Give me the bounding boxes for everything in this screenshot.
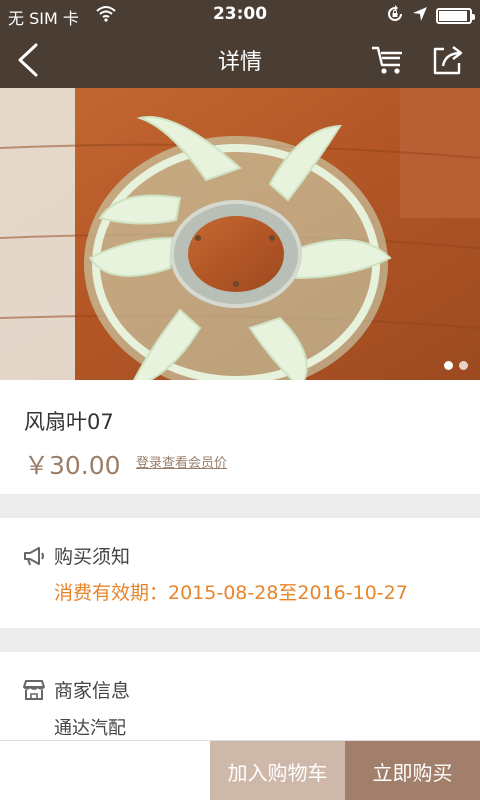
merchant-title: 商家信息: [54, 680, 131, 702]
status-right-icons: [386, 5, 475, 27]
bottom-action-bar: 加入购物车 立即购买: [0, 740, 480, 800]
add-to-cart-button[interactable]: 加入购物车: [210, 741, 345, 800]
share-icon: [433, 46, 463, 75]
section-divider: [0, 494, 480, 518]
carousel-indicator: [444, 361, 468, 370]
carousel-dot: [444, 361, 453, 370]
validity-period: 消费有效期：2015-08-28至2016-10-27: [54, 582, 408, 604]
product-info: 风扇叶07 ￥30.00 登录查看会员价: [0, 380, 480, 494]
merchant-header: 商家信息: [22, 676, 130, 703]
battery-fill: [439, 11, 468, 21]
product-price: ￥30.00: [24, 451, 121, 480]
purchase-notice-header: 购买须知: [22, 542, 130, 569]
merchant-section: 商家信息 通达汽配: [0, 652, 480, 740]
status-bar: 无 SIM 卡 23:00: [0, 0, 480, 30]
merchant-name[interactable]: 通达汽配: [54, 714, 126, 740]
share-button[interactable]: [426, 40, 470, 80]
rotation-lock-icon: [386, 5, 404, 27]
cart-icon: [372, 46, 402, 74]
purchase-notice-title: 购买须知: [54, 546, 131, 568]
purchase-notice-section: 购买须知 消费有效期：2015-08-28至2016-10-27: [0, 518, 480, 628]
product-image-carousel[interactable]: [0, 88, 480, 380]
navigation-bar: 详情: [0, 30, 480, 88]
member-price-link[interactable]: 登录查看会员价: [136, 452, 227, 471]
store-icon: [23, 679, 45, 700]
cart-button[interactable]: [366, 40, 410, 80]
buy-now-button[interactable]: 立即购买: [345, 741, 480, 800]
fan-blade-photo: [0, 88, 480, 380]
carousel-dot: [459, 361, 468, 370]
battery-icon: [436, 8, 475, 24]
section-divider: [0, 628, 480, 652]
product-name: 风扇叶07: [24, 410, 114, 434]
megaphone-icon: [24, 546, 44, 565]
location-arrow-icon: [412, 6, 428, 26]
